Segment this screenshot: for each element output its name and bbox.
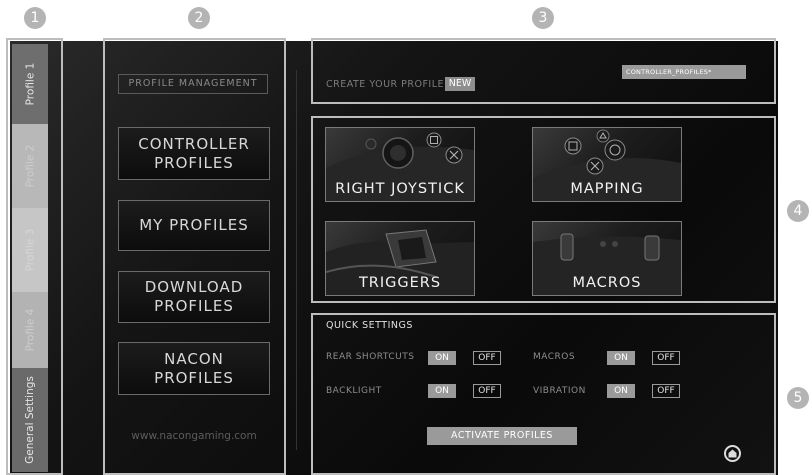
new-profile-button[interactable]: NEW bbox=[445, 77, 475, 91]
backlight-on-button[interactable]: ON bbox=[428, 384, 456, 398]
callout-4: 4 bbox=[787, 200, 809, 222]
controller-profiles-button[interactable]: CONTROLLER PROFILES bbox=[118, 127, 270, 180]
triggers-label: TRIGGERS bbox=[358, 275, 442, 291]
callout-2: 2 bbox=[188, 7, 210, 29]
right-joystick-label: RIGHT JOYSTICK bbox=[335, 181, 465, 197]
rear-shortcuts-label: REAR SHORTCUTS bbox=[326, 352, 415, 362]
macros-setting-label: MACROS bbox=[533, 352, 576, 362]
quick-settings-title: QUICK SETTINGS bbox=[326, 320, 413, 331]
rear-shortcuts-off-button[interactable]: OFF bbox=[473, 351, 501, 365]
rear-shortcuts-on-button[interactable]: ON bbox=[428, 351, 456, 365]
vibration-label: VIBRATION bbox=[533, 386, 586, 396]
callout-5: 5 bbox=[787, 387, 809, 409]
column-divider bbox=[296, 70, 297, 450]
home-glyph-icon bbox=[728, 449, 737, 458]
backlight-off-button[interactable]: OFF bbox=[473, 384, 501, 398]
macros-off-button[interactable]: OFF bbox=[652, 351, 680, 365]
mapping-label: MAPPING bbox=[570, 181, 644, 197]
create-profile-title: CREATE YOUR PROFILE bbox=[326, 79, 445, 90]
my-profiles-button[interactable]: MY PROFILES bbox=[118, 200, 270, 251]
right-joystick-tile[interactable]: RIGHT JOYSTICK bbox=[325, 127, 475, 202]
macros-label: MACROS bbox=[572, 275, 642, 291]
vibration-off-button[interactable]: OFF bbox=[652, 384, 680, 398]
macros-on-button[interactable]: ON bbox=[607, 351, 635, 365]
home-icon[interactable] bbox=[724, 445, 741, 462]
mapping-tile[interactable]: MAPPING bbox=[532, 127, 682, 202]
activate-profiles-button[interactable]: ACTIVATE PROFILES bbox=[427, 427, 577, 445]
vibration-on-button[interactable]: ON bbox=[607, 384, 635, 398]
callout-3: 3 bbox=[532, 7, 554, 29]
callout-1: 1 bbox=[24, 7, 46, 29]
macros-tile[interactable]: MACROS bbox=[532, 221, 682, 296]
backlight-label: BACKLIGHT bbox=[326, 386, 382, 396]
profile-management-label: PROFILE MANAGEMENT bbox=[118, 74, 268, 94]
triggers-tile[interactable]: TRIGGERS bbox=[325, 221, 475, 296]
profile-name-input[interactable]: CONTROLLER_PROFILES* bbox=[622, 65, 746, 79]
frame-tabs bbox=[6, 38, 63, 475]
nacon-profiles-button[interactable]: NACON PROFILES bbox=[118, 342, 270, 395]
download-profiles-button[interactable]: DOWNLOAD PROFILES bbox=[118, 271, 270, 323]
website-link[interactable]: www.nacongaming.com bbox=[106, 430, 282, 442]
frame-profile-management bbox=[103, 38, 286, 475]
